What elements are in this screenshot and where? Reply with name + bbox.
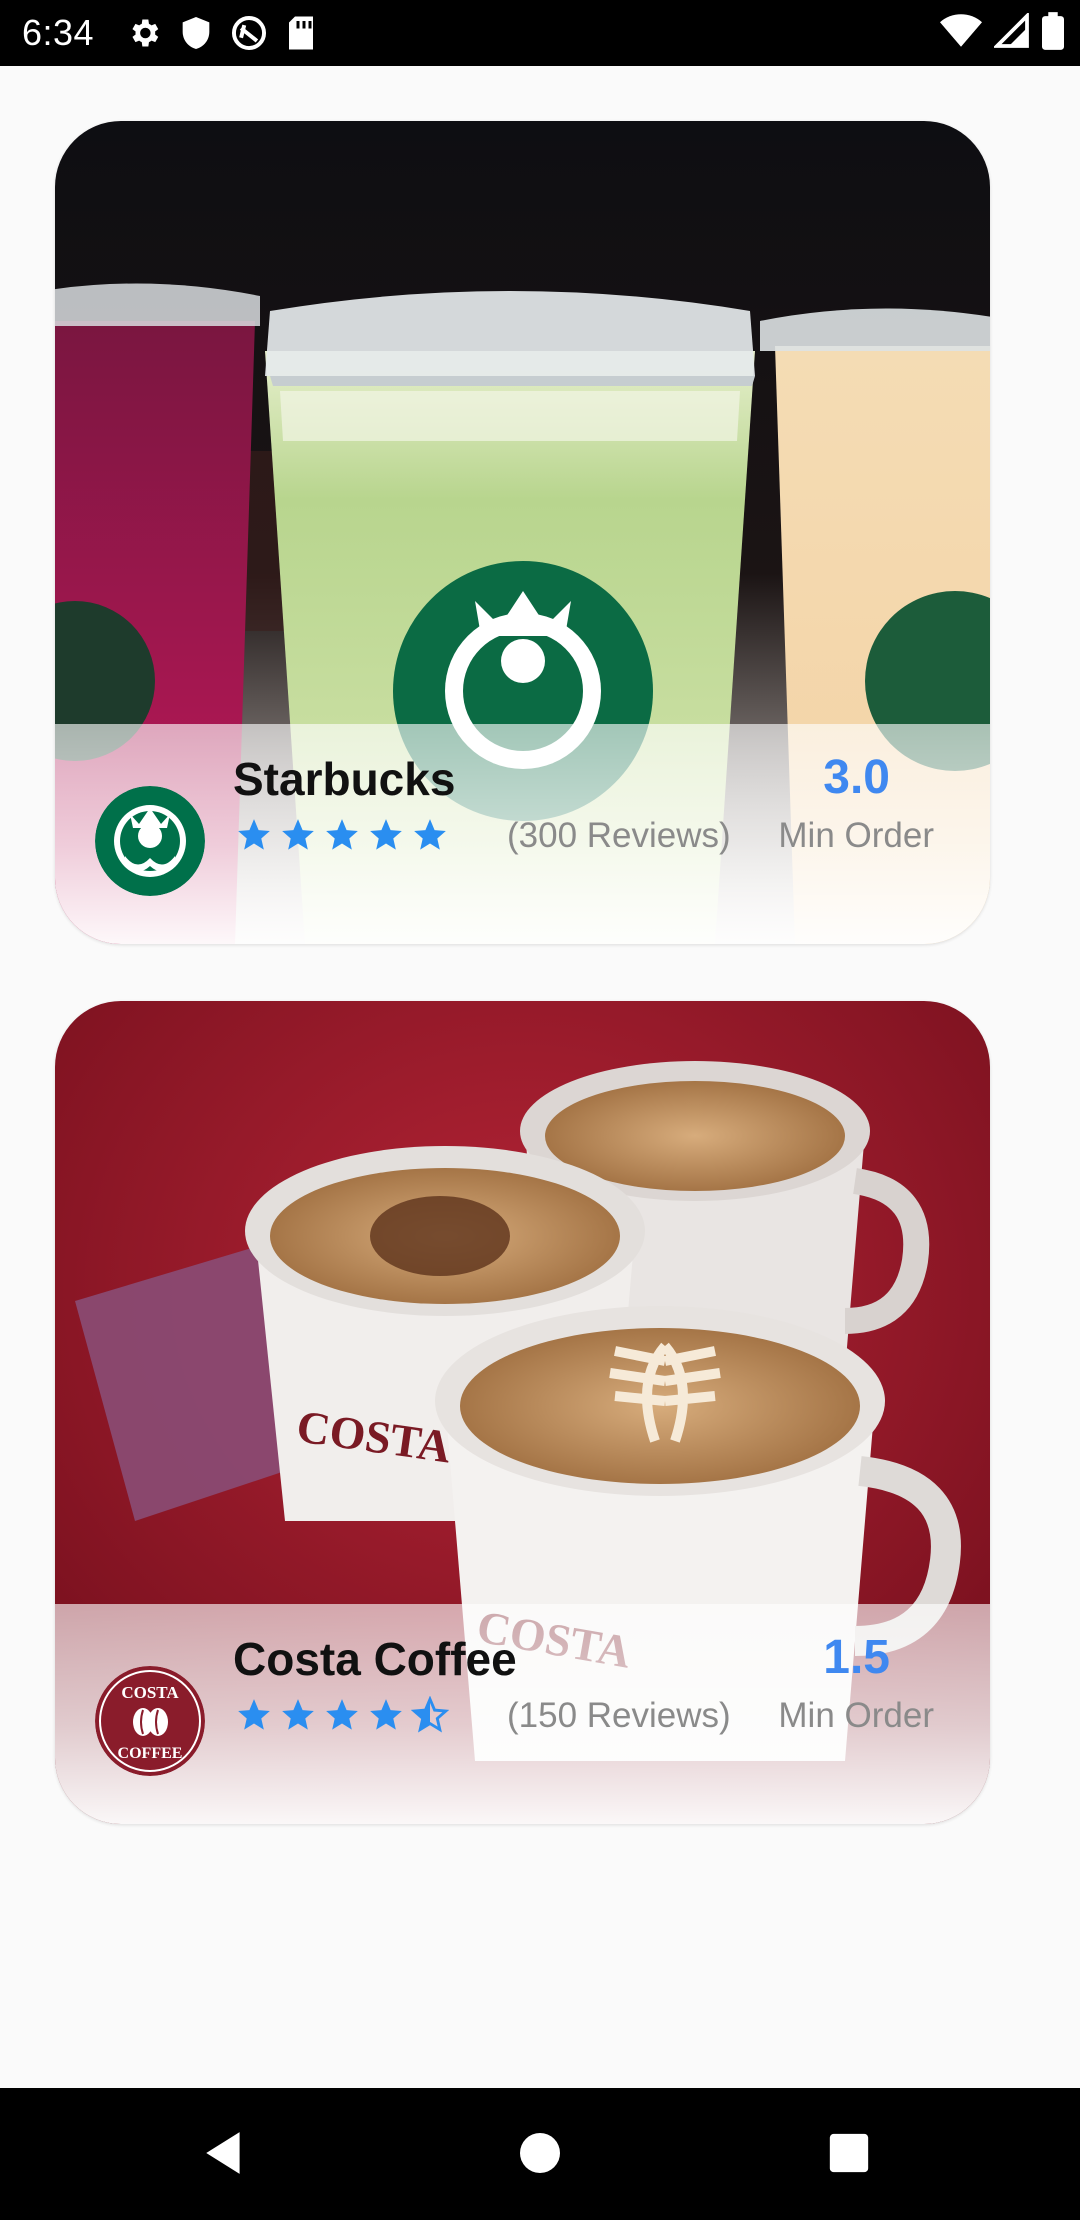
- status-bar: 6:34: [0, 0, 1080, 66]
- vpn-icon: [231, 15, 267, 51]
- signal-icon: [994, 13, 1029, 48]
- card-info-panel: Starbucks (300 Reviews) 3.0 Min Order: [55, 724, 990, 944]
- star-full-icon: [238, 1699, 270, 1730]
- star-full-icon: [282, 1699, 314, 1730]
- rating-stars: [235, 1696, 449, 1734]
- shop-name: Starbucks: [233, 753, 456, 805]
- shop-card-costa-coffee[interactable]: COSTA COSTA COSTA COFFEE Costa Coffee: [55, 1001, 990, 1824]
- status-time: 6:34: [22, 12, 95, 53]
- min-order-label: Min Order: [778, 816, 934, 855]
- star-full-icon: [238, 819, 270, 850]
- sd-card-icon: [289, 16, 313, 50]
- star-half-icon: [411, 1696, 449, 1733]
- star-full-icon: [370, 819, 402, 850]
- star-full-icon: [414, 819, 446, 850]
- min-order-value: 1.5: [823, 1631, 890, 1684]
- star-full-icon: [326, 1699, 358, 1730]
- card-info-panel: COSTA COFFEE Costa Coffee (150 Reviews) …: [55, 1604, 990, 1824]
- reviews-count: (300 Reviews): [507, 816, 731, 855]
- starbucks-logo: [95, 786, 205, 896]
- wifi-icon: [940, 14, 982, 47]
- star-full-icon: [370, 1699, 402, 1730]
- star-full-icon: [282, 819, 314, 850]
- svg-text:COSTA: COSTA: [121, 1683, 179, 1702]
- gear-icon: [132, 19, 159, 47]
- home-icon[interactable]: [516, 2128, 564, 2178]
- recents-icon[interactable]: [826, 2128, 872, 2178]
- min-order-label: Min Order: [778, 1696, 934, 1735]
- shield-icon: [182, 17, 210, 49]
- rating-stars: [235, 816, 449, 854]
- back-icon[interactable]: [200, 2128, 250, 2178]
- navigation-bar: [0, 2088, 1080, 2220]
- shop-card-starbucks[interactable]: Starbucks (300 Reviews) 3.0 Min Order: [55, 121, 990, 944]
- shop-name: Costa Coffee: [233, 1633, 517, 1685]
- star-full-icon: [326, 819, 358, 850]
- battery-icon: [1042, 12, 1064, 50]
- svg-text:COFFEE: COFFEE: [118, 1745, 183, 1762]
- costa-logo: COSTA COFFEE: [95, 1666, 205, 1776]
- reviews-count: (150 Reviews): [507, 1696, 731, 1735]
- min-order-value: 3.0: [823, 751, 890, 804]
